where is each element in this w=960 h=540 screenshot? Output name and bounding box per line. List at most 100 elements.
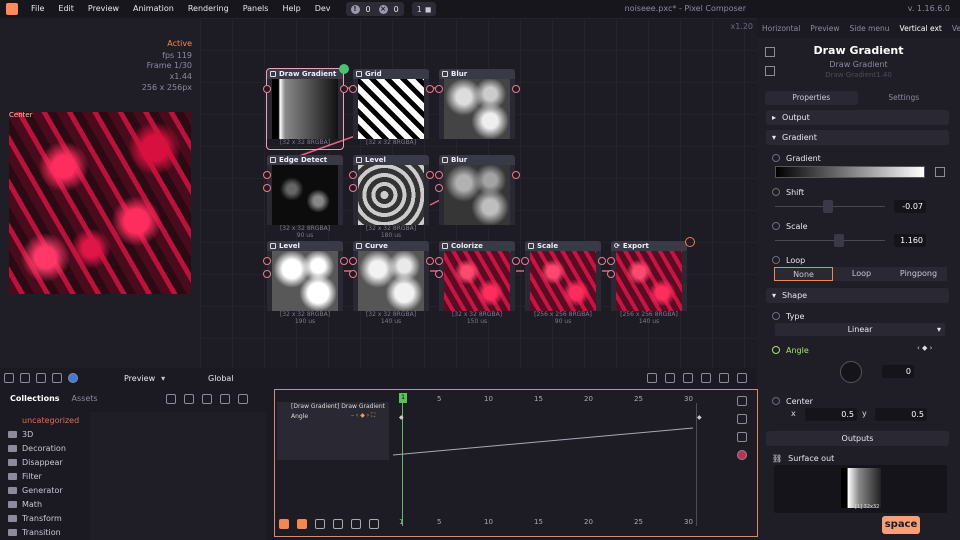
frame-icon[interactable] <box>701 373 711 383</box>
preview-panel[interactable]: Active fps 119 Frame 1/30 x1.44 256 x 25… <box>0 18 200 368</box>
node-curve[interactable]: Curve [32 x 32 8RGBA] 140 us <box>353 241 429 325</box>
category-filter[interactable]: Filter <box>8 472 42 481</box>
menu-preview[interactable]: Preview <box>81 0 126 18</box>
input-port[interactable] <box>607 257 615 265</box>
section-shape[interactable]: ▾ Shape <box>766 288 949 303</box>
export-status-icon[interactable] <box>685 237 695 247</box>
category-transition[interactable]: Transition <box>8 528 61 536</box>
current-frame-marker[interactable]: 1 <box>399 393 407 403</box>
node-export[interactable]: ⟳ Export [256 x 256 8RGBA] 140 us <box>611 241 687 325</box>
collection-content[interactable] <box>90 412 266 540</box>
node-blur-1[interactable]: Blur <box>439 69 515 149</box>
angle-input[interactable]: 0 <box>882 365 914 378</box>
category-3d[interactable]: 3D <box>8 430 33 439</box>
frame-icon[interactable] <box>36 373 46 383</box>
shift-slider-handle[interactable] <box>823 200 833 213</box>
anim-icon[interactable] <box>772 312 780 320</box>
category-math[interactable]: Math <box>8 500 42 509</box>
input-port[interactable] <box>349 184 357 192</box>
preview-image[interactable] <box>9 112 191 294</box>
category-generator[interactable]: Generator <box>8 486 63 495</box>
anim-icon[interactable] <box>772 397 780 405</box>
angle-knob[interactable] <box>840 361 862 383</box>
anim-icon[interactable] <box>772 346 780 354</box>
gradient-editor[interactable] <box>775 166 925 178</box>
preview-toggle-icon[interactable] <box>339 64 349 74</box>
input-port[interactable] <box>263 171 271 179</box>
export-graph-icon[interactable] <box>647 373 657 383</box>
section-gradient[interactable]: ▾ Gradient <box>766 130 949 145</box>
tab-ve[interactable]: Ve <box>947 24 960 33</box>
input-port[interactable] <box>263 85 271 93</box>
preview-mode-select[interactable]: Preview <box>124 374 155 383</box>
center-x-input[interactable]: 0.5 <box>805 408 857 421</box>
channel-icon[interactable] <box>68 373 78 383</box>
skip-end-icon[interactable] <box>333 519 343 529</box>
pause-icon[interactable] <box>297 519 307 529</box>
tab-collections[interactable]: Collections <box>10 394 60 403</box>
input-port[interactable] <box>435 184 443 192</box>
node-edge-detect[interactable]: Edge Detect [32 x 32 8RGBA] 90 us <box>267 155 343 239</box>
keyframe-diamond-icon[interactable]: ◆ <box>697 414 702 421</box>
tab-side-menu[interactable]: Side menu <box>845 24 895 33</box>
input-port[interactable] <box>435 270 443 278</box>
menu-edit[interactable]: Edit <box>51 0 81 18</box>
output-port[interactable] <box>340 257 348 265</box>
scale-slider-handle[interactable] <box>834 234 844 247</box>
input-port[interactable] <box>349 85 357 93</box>
keyframe-nav[interactable]: ‹ ◆ › <box>917 344 932 352</box>
output-port[interactable] <box>512 257 520 265</box>
notification-pill[interactable]: ! 0 × 0 <box>345 2 404 16</box>
folder-icon[interactable] <box>202 394 212 404</box>
keyframe-controls[interactable]: – ‹ ◆ › ⛶ <box>351 412 375 420</box>
anim-icon[interactable] <box>772 222 780 230</box>
input-port[interactable] <box>607 270 615 278</box>
center-icon[interactable] <box>737 373 747 383</box>
input-port[interactable] <box>349 257 357 265</box>
node-scale[interactable]: Scale [256 x 256 8RGBA] 90 us <box>525 241 601 325</box>
task-pill[interactable]: 1 ◼ <box>411 2 437 16</box>
category-decoration[interactable]: Decoration <box>8 444 66 453</box>
output-port[interactable] <box>512 171 520 179</box>
center-handle-label[interactable]: Center <box>9 111 33 119</box>
chevron-down-icon[interactable]: ▾ <box>161 374 165 383</box>
split-icon[interactable] <box>20 373 30 383</box>
menu-dev[interactable]: Dev <box>308 0 338 18</box>
loop-loop-button[interactable]: Loop <box>833 267 890 281</box>
tab-horizontal[interactable]: Horizontal <box>757 24 805 33</box>
loop-icon[interactable] <box>351 519 361 529</box>
node-draw-gradient[interactable]: Draw Gradient [32 x 32 8RGBA] <box>266 68 344 150</box>
app-logo[interactable] <box>6 3 18 15</box>
section-outputs[interactable]: Outputs <box>766 431 949 446</box>
keyframe-diamond-icon[interactable]: ◆ <box>399 414 404 421</box>
anim-icon[interactable] <box>772 256 780 264</box>
category-disappear[interactable]: Disappear <box>8 458 63 467</box>
node-grid[interactable]: Grid [32 x 32 8RGBA] <box>353 69 429 149</box>
tile-icon[interactable] <box>4 373 14 383</box>
input-port[interactable] <box>435 85 443 93</box>
category-transform[interactable]: Transform <box>8 514 62 523</box>
surface-thumbnail[interactable] <box>841 468 881 508</box>
grid-view-icon[interactable] <box>238 394 248 404</box>
node-graph[interactable]: x1.20 Draw Gradient [32 x 32 8RGBA] Grid… <box>200 18 757 368</box>
node-blur-2[interactable]: Blur <box>439 155 515 235</box>
menu-file[interactable]: File <box>24 0 51 18</box>
menu-animation[interactable]: Animation <box>126 0 181 18</box>
list-icon[interactable] <box>737 414 747 424</box>
tab-assets[interactable]: Assets <box>72 394 98 403</box>
settings-icon[interactable] <box>166 394 176 404</box>
add-icon[interactable] <box>220 394 230 404</box>
output-port[interactable] <box>598 257 606 265</box>
category-uncategorized[interactable]: uncategorized <box>22 416 79 425</box>
input-port[interactable] <box>349 171 357 179</box>
stop-icon[interactable] <box>279 519 289 529</box>
onion-icon[interactable] <box>52 373 62 383</box>
inspector-title[interactable]: Draw Gradient <box>757 44 960 57</box>
connection-icon[interactable] <box>683 373 693 383</box>
tab-properties[interactable]: Properties <box>765 91 858 105</box>
skip-start-icon[interactable] <box>315 519 325 529</box>
fit-icon[interactable] <box>369 519 379 529</box>
timeline-panel[interactable]: [Draw Gradient] Draw Gradient Angle – ‹ … <box>274 389 758 537</box>
record-icon[interactable] <box>737 450 747 460</box>
output-port[interactable] <box>512 85 520 93</box>
